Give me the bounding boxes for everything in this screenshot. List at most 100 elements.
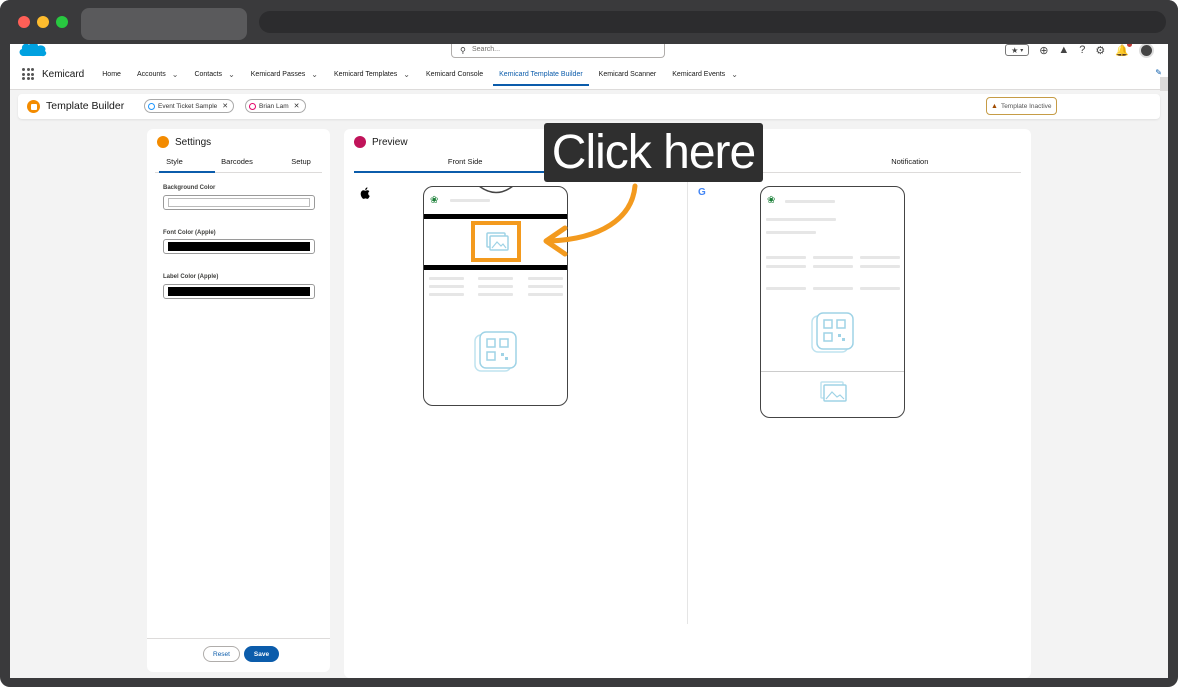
search-placeholder: Search... — [472, 46, 501, 53]
font-color-field[interactable] — [163, 239, 315, 254]
app-name: Kemicard — [42, 68, 85, 80]
chevron-down-icon[interactable]: ⌄ — [228, 70, 235, 79]
chevron-down-icon[interactable]: ⌄ — [311, 70, 318, 79]
preview-header: Preview — [354, 136, 408, 148]
salesforce-logo-icon[interactable] — [18, 44, 48, 58]
status-badge: ▲ Template Inactive — [986, 97, 1057, 115]
nav-item-label: Kemicard Events — [672, 70, 726, 78]
reset-button[interactable]: Reset — [203, 646, 240, 662]
header-utility-icons: ★ ▾ ⊕ ▲ ? ⚙ 🔔 — [1005, 44, 1154, 58]
nav-item-kemicard-scanner[interactable]: Kemicard Scanner — [591, 62, 665, 86]
nav-item-label: Kemicard Passes — [250, 70, 306, 78]
logo-icon: ❀ — [767, 195, 776, 206]
placeholder-line — [450, 199, 490, 202]
apple-pass-preview: ❀ — [423, 186, 568, 406]
placeholder-line — [860, 256, 900, 259]
nav-item-label: Kemicard Templates — [333, 70, 398, 78]
chevron-down-icon[interactable]: ⌄ — [403, 70, 410, 79]
close-icon[interactable]: ✕ — [294, 102, 300, 110]
nav-item-kemicard-passes[interactable]: Kemicard Passes ⌄ — [243, 62, 326, 86]
record-pill-brian-lam[interactable]: Brian Lam ✕ — [245, 99, 306, 113]
qr-code-icon — [811, 312, 854, 353]
page-title: Template Builder — [46, 100, 125, 112]
avatar[interactable] — [1139, 44, 1154, 58]
app-launcher-icon[interactable] — [22, 68, 34, 80]
global-search-input[interactable]: ⚲ Search... — [451, 44, 665, 58]
settings-card: Settings Style Barcodes Setup Background… — [147, 129, 330, 672]
nav-item-accounts[interactable]: Accounts ⌄ — [129, 62, 187, 86]
favorites-button[interactable]: ★ ▾ — [1005, 44, 1030, 56]
color-swatch — [168, 287, 310, 296]
settings-header: Settings — [157, 136, 211, 148]
tab-style[interactable]: Style — [158, 157, 191, 172]
nav-item-label: Accounts — [136, 70, 166, 78]
placeholder-line — [813, 256, 853, 259]
nav-item-kemicard-template-builder[interactable]: Kemicard Template Builder — [491, 62, 591, 86]
platform-divider — [687, 179, 688, 624]
maximize-window-button[interactable] — [56, 16, 68, 28]
tab-front-side[interactable]: Front Side — [354, 157, 576, 172]
placeholder-line — [429, 277, 464, 280]
bell-icon[interactable]: 🔔 — [1115, 44, 1132, 57]
placeholder-line — [860, 265, 900, 268]
strip-image-button[interactable] — [471, 221, 521, 262]
title-bar — [0, 0, 1178, 44]
logo-icon: ❀ — [430, 195, 439, 206]
placeholder-line — [528, 293, 563, 296]
browser-tab[interactable] — [81, 8, 247, 40]
pill-record-icon — [249, 102, 256, 110]
nav-item-label: Kemicard Template Builder — [499, 70, 583, 78]
side-panel-toggle[interactable] — [1160, 77, 1168, 91]
nav-item-home[interactable]: Home — [94, 62, 129, 86]
chevron-down-icon[interactable]: ⌄ — [172, 70, 179, 79]
close-window-button[interactable] — [18, 16, 30, 28]
help-icon[interactable]: ? — [1079, 44, 1085, 56]
add-icon[interactable]: ⊕ — [1039, 44, 1048, 57]
warning-icon: ▲ — [991, 102, 998, 110]
chevron-down-icon[interactable]: ⌄ — [731, 70, 738, 79]
gear-icon[interactable]: ⚙ — [1095, 44, 1105, 57]
address-bar[interactable] — [259, 11, 1166, 33]
nav-item-kemicard-templates[interactable]: Kemicard Templates ⌄ — [326, 62, 418, 86]
label-color-field[interactable] — [163, 284, 315, 299]
click-here-callout: Click here — [544, 123, 763, 182]
nav-item-kemicard-console[interactable]: Kemicard Console — [418, 62, 491, 86]
tab-barcodes[interactable]: Barcodes — [213, 157, 261, 172]
tab-setup[interactable]: Setup — [283, 157, 319, 172]
nav-item-label: Kemicard Scanner — [598, 70, 657, 78]
image-icon[interactable] — [819, 380, 849, 404]
close-icon[interactable]: ✕ — [222, 102, 228, 110]
placeholder-line — [813, 287, 853, 290]
pill-label: Event Ticket Sample — [158, 102, 218, 110]
nav-item-kemicard-events[interactable]: Kemicard Events ⌄ — [664, 62, 746, 86]
google-pass-preview: ❀ — [760, 186, 905, 418]
nav-item-contacts[interactable]: Contacts ⌄ — [186, 62, 242, 86]
placeholder-line — [766, 287, 806, 290]
placeholder-line — [785, 200, 835, 203]
placeholder-line — [429, 285, 464, 288]
placeholder-line — [478, 285, 513, 288]
status-badge-label: Template Inactive — [1000, 102, 1052, 110]
qr-code-icon — [474, 331, 517, 372]
nav-item-label: Contacts — [194, 70, 223, 78]
trailhead-icon[interactable]: ▲ — [1058, 44, 1069, 56]
placeholder-line — [766, 218, 836, 221]
page-header: Template Builder Event Ticket Sample ✕ B… — [18, 94, 1160, 119]
record-pill-event-ticket[interactable]: Event Ticket Sample ✕ — [144, 99, 235, 113]
placeholder-line — [478, 277, 513, 280]
minimize-window-button[interactable] — [37, 16, 49, 28]
tab-notification[interactable]: Notification — [799, 157, 1021, 172]
background-color-field[interactable] — [163, 195, 315, 210]
placeholder-line — [429, 293, 464, 296]
pill-label: Brian Lam — [259, 102, 289, 110]
font-color-label: Font Color (Apple) — [163, 230, 216, 236]
preview-title: Preview — [372, 136, 408, 148]
strip-top-border — [424, 214, 567, 219]
background-color-label: Background Color — [163, 185, 216, 191]
settings-tabs: Style Barcodes Setup — [147, 157, 330, 172]
edit-nav-icon[interactable]: ✎ — [1155, 68, 1162, 77]
save-button[interactable]: Save — [244, 646, 279, 662]
strip-bottom-border — [424, 265, 567, 270]
preview-card: Preview Front Side Notification G ❀ ❀ — [344, 129, 1031, 678]
star-icon: ★ — [1011, 45, 1019, 55]
